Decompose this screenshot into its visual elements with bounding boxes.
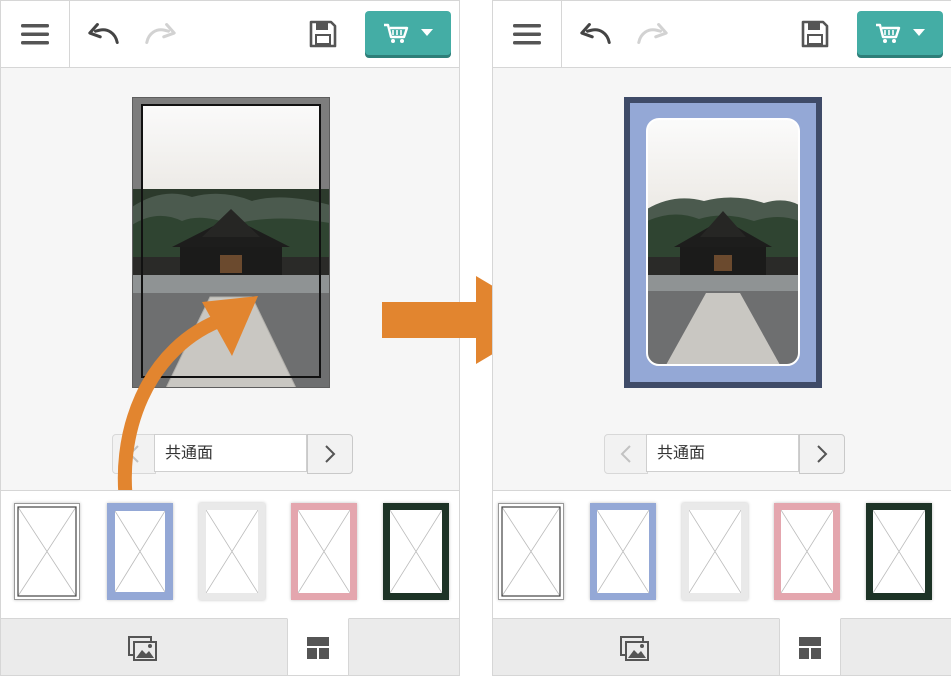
redo-icon xyxy=(637,23,668,45)
placeholder-icon xyxy=(689,510,741,593)
tab-photos[interactable] xyxy=(605,619,665,675)
bottom-tab-bar xyxy=(1,618,459,675)
next-page-button[interactable] xyxy=(799,434,845,474)
undo-icon xyxy=(88,23,119,45)
placeholder-icon xyxy=(873,510,925,593)
editor-panel-after: 共通面 xyxy=(492,0,951,676)
toolbar xyxy=(1,1,459,68)
save-icon xyxy=(309,20,337,48)
undo-icon xyxy=(580,23,611,45)
cart-icon xyxy=(876,23,901,43)
page-selector: 共通面 xyxy=(604,434,845,474)
prev-page-button[interactable] xyxy=(604,434,648,474)
layout-icon xyxy=(799,636,821,659)
frame-thumb-none[interactable] xyxy=(498,503,564,600)
shrine-photo-framed xyxy=(624,97,822,388)
toolbar xyxy=(493,1,951,68)
placeholder-icon xyxy=(501,506,561,597)
page-label: 共通面 xyxy=(646,434,799,472)
frame-thumb-pink[interactable] xyxy=(774,503,840,600)
next-page-button[interactable] xyxy=(307,434,353,474)
redo-button[interactable] xyxy=(143,19,177,49)
frame-thumb-dark-green[interactable] xyxy=(866,503,932,600)
placeholder-icon xyxy=(390,510,442,593)
menu-button[interactable] xyxy=(1,1,70,67)
placeholder-icon xyxy=(298,510,350,593)
cart-button[interactable] xyxy=(857,11,943,55)
frame-thumbnail-strip xyxy=(1,490,459,619)
frame-thumb-none[interactable] xyxy=(14,503,80,600)
menu-button[interactable] xyxy=(493,1,562,67)
save-button[interactable] xyxy=(798,19,832,49)
frame-thumbnail-strip xyxy=(493,490,951,619)
frame-thumb-white[interactable] xyxy=(199,503,265,600)
layout-icon xyxy=(307,636,329,659)
hamburger-icon xyxy=(21,24,49,45)
frame-thumb-pink[interactable] xyxy=(291,503,357,600)
tab-frames[interactable] xyxy=(779,618,841,675)
chevron-left-icon xyxy=(620,445,631,463)
chevron-right-icon xyxy=(817,445,828,463)
cart-icon xyxy=(384,23,409,43)
placeholder-icon xyxy=(17,506,77,597)
frame-thumb-white[interactable] xyxy=(682,503,748,600)
cart-button[interactable] xyxy=(365,11,451,55)
frame-thumb-dark-green[interactable] xyxy=(383,503,449,600)
caret-down-icon xyxy=(913,29,925,36)
chevron-right-icon xyxy=(325,445,336,463)
redo-icon xyxy=(145,23,176,45)
placeholder-icon xyxy=(206,510,258,593)
tab-frames[interactable] xyxy=(287,618,349,675)
redo-button[interactable] xyxy=(635,19,669,49)
undo-button[interactable] xyxy=(87,19,121,49)
save-icon xyxy=(801,20,829,48)
bottom-tab-bar xyxy=(493,618,951,675)
placeholder-icon xyxy=(597,510,649,593)
photos-icon xyxy=(620,635,649,661)
hamburger-icon xyxy=(513,24,541,45)
save-button[interactable] xyxy=(306,19,340,49)
tab-photos[interactable] xyxy=(113,619,173,675)
placeholder-icon xyxy=(781,510,833,593)
caret-down-icon xyxy=(421,29,433,36)
photos-icon xyxy=(128,635,157,661)
frame-thumb-blue[interactable] xyxy=(107,503,173,600)
placeholder-icon xyxy=(115,511,165,592)
undo-button[interactable] xyxy=(579,19,613,49)
photo-preview[interactable] xyxy=(624,97,822,388)
frame-thumb-blue[interactable] xyxy=(590,503,656,600)
